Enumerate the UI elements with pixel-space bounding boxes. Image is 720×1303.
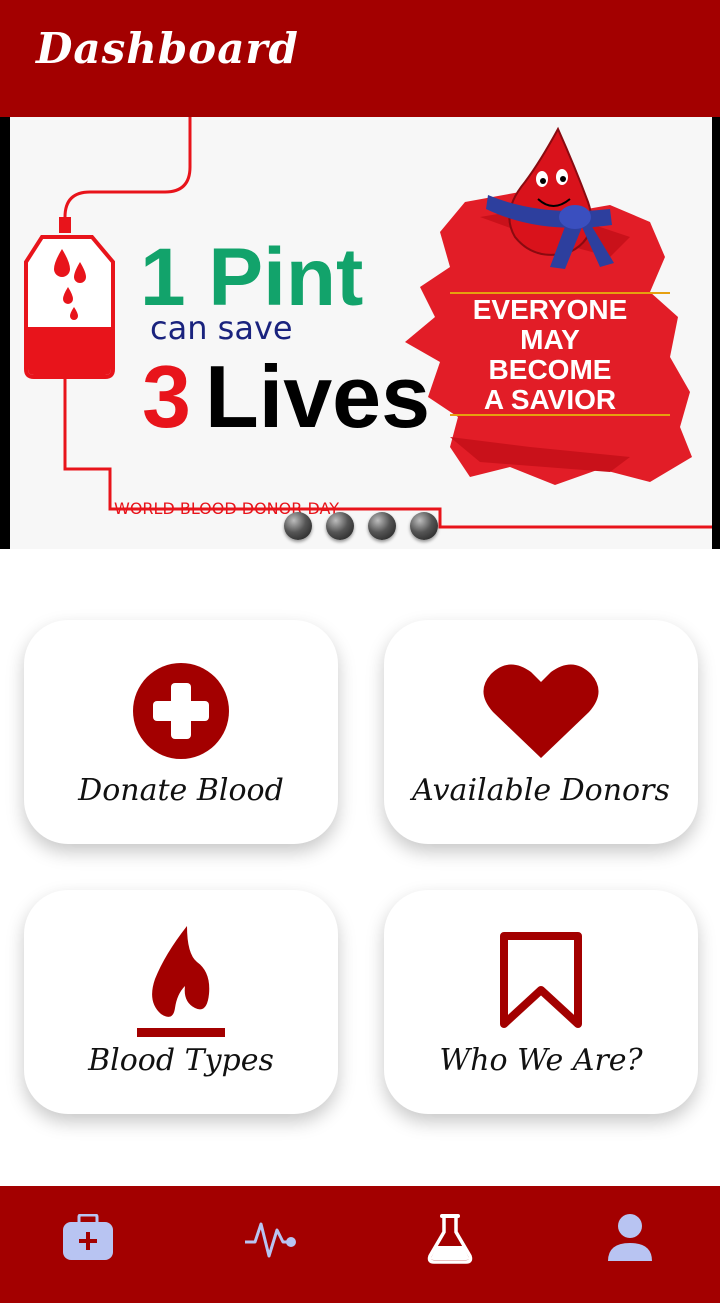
savior-line-1: EVERYONE [473,294,628,325]
blood-types-card[interactable]: Blood Types [24,890,338,1114]
carousel-dot[interactable] [410,512,438,540]
available-donors-card[interactable]: Available Donors [384,620,698,844]
medical-kit-icon [63,1214,113,1260]
flask-icon [427,1214,473,1264]
plus-circle-icon [133,663,229,759]
blood-tube [63,117,192,225]
headline-line2: can save [150,309,293,347]
nav-item-donate[interactable] [58,1208,118,1268]
banner-carousel[interactable]: 1 Pint can save 3 Lives WORLD BLOOD DONO… [0,117,720,549]
banner-graphic: 1 Pint can save 3 Lives WORLD BLOOD DONO… [24,117,712,529]
carousel-dot[interactable] [368,512,396,540]
nav-item-profile[interactable] [600,1208,660,1268]
savior-line-2: MAY [520,324,580,355]
who-we-are-label: Who We Are? [439,1043,643,1078]
headline-number: 3 [142,347,191,446]
carousel-indicators [284,512,438,540]
pulse-icon [245,1222,296,1258]
savior-line-3: BECOME [489,354,612,385]
donate-blood-label: Donate Blood [78,773,284,808]
blood-bag-icon [24,217,115,379]
nav-item-health[interactable] [240,1208,300,1268]
bookmark-icon [500,932,582,1028]
person-icon [608,1214,652,1261]
nav-item-lab[interactable] [420,1208,480,1268]
available-donors-label: Available Donors [412,773,670,808]
app-bar: Dashboard [0,0,720,117]
heart-icon [483,664,599,758]
carousel-dot[interactable] [284,512,312,540]
flame-icon [137,926,225,1037]
donate-blood-card[interactable]: Donate Blood [24,620,338,844]
banner-slide: 1 Pint can save 3 Lives WORLD BLOOD DONO… [10,117,712,549]
bottom-navigation [0,1186,720,1303]
page-title: Dashboard [36,24,299,73]
blood-types-label: Blood Types [88,1043,274,1078]
carousel-dot[interactable] [326,512,354,540]
headline-line3: Lives [205,347,430,446]
who-we-are-card[interactable]: Who We Are? [384,890,698,1114]
savior-line-4: A SAVIOR [484,384,616,415]
